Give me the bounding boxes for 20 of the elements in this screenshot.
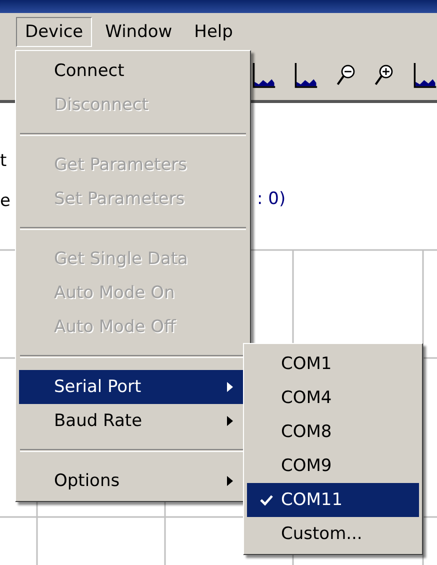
submenu-arrow-icon <box>227 416 233 426</box>
menu-bar-item[interactable]: Device <box>16 16 92 46</box>
menu-item[interactable]: COM11 <box>247 483 419 517</box>
menu-item[interactable]: Options <box>19 464 247 498</box>
menu-item[interactable]: COM8 <box>247 415 419 449</box>
text-fragment: : 0) <box>257 189 286 209</box>
menu-item[interactable]: Connect <box>19 54 247 88</box>
submenu-arrow-icon <box>227 476 233 486</box>
zoom-out-icon[interactable] <box>336 62 356 88</box>
menu-item[interactable]: COM1 <box>247 347 419 381</box>
menu-item[interactable]: COM4 <box>247 381 419 415</box>
zoom-in-icon[interactable] <box>374 62 396 88</box>
menu-item[interactable]: Custom... <box>247 517 419 551</box>
text-fragment: e <box>0 191 10 211</box>
menu-bar-item[interactable]: Window <box>96 16 182 46</box>
menu-bar-item[interactable]: Help <box>185 16 242 46</box>
submenu-arrow-icon <box>227 382 233 392</box>
menu-item[interactable]: COM9 <box>247 449 419 483</box>
menu-item[interactable]: Baud Rate <box>19 404 247 438</box>
text-fragment: t <box>0 151 7 171</box>
